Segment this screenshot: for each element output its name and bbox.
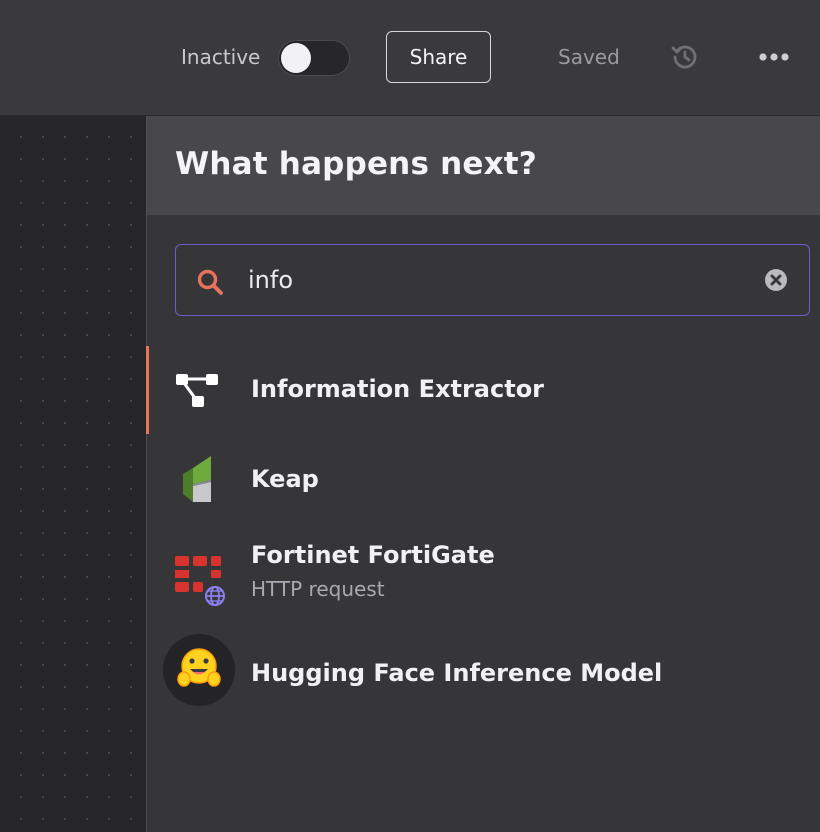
saved-status-label: Saved: [558, 45, 620, 69]
information-extractor-icon: [176, 374, 218, 407]
hugging-face-icon: [163, 634, 235, 706]
more-options-icon[interactable]: [758, 48, 790, 66]
list-item[interactable]: Keap: [147, 436, 820, 524]
panel-title: What happens next?: [175, 146, 537, 182]
top-bar: Inactive Share Saved: [0, 0, 820, 116]
result-title: Hugging Face Inference Model: [251, 659, 663, 687]
toggle-knob: [281, 43, 311, 73]
share-button[interactable]: Share: [386, 31, 491, 83]
list-item[interactable]: Fortinet FortiGate HTTP request: [147, 526, 820, 614]
result-title: Fortinet FortiGate: [251, 541, 495, 569]
node-selector-panel: What happens next? Information Extractor: [146, 116, 820, 832]
search-icon: [197, 269, 223, 295]
keap-icon: [183, 456, 211, 502]
search-input[interactable]: [248, 263, 728, 297]
search-box[interactable]: [175, 244, 810, 316]
result-title: Information Extractor: [251, 375, 545, 403]
result-subtitle: HTTP request: [251, 577, 385, 601]
active-toggle[interactable]: [278, 40, 350, 76]
panel-header: What happens next?: [147, 116, 820, 215]
history-icon[interactable]: [670, 42, 700, 72]
fortinet-fortigate-icon: [175, 556, 225, 606]
result-title: Keap: [251, 465, 319, 493]
list-item[interactable]: Hugging Face Inference Model: [147, 634, 820, 724]
clear-search-icon[interactable]: [764, 268, 788, 292]
workflow-canvas[interactable]: [0, 116, 146, 832]
list-item[interactable]: Information Extractor: [146, 346, 820, 434]
active-status-label: Inactive: [181, 45, 261, 69]
